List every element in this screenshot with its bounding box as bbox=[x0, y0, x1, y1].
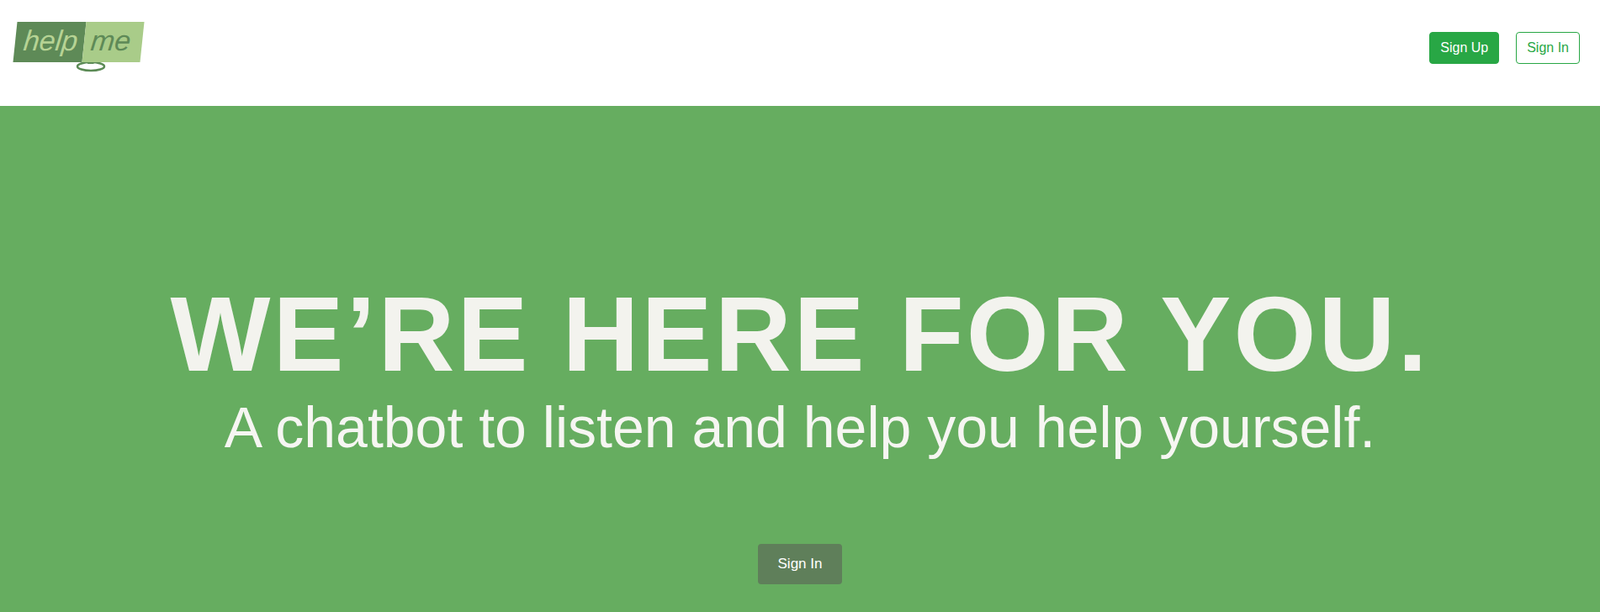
sign-in-button[interactable]: Sign In bbox=[757, 544, 843, 585]
header: helpme Sign Up Sign In bbox=[0, 0, 1600, 106]
page: helpmeSign UpSign InWE’RE HERE FOR YOU.A… bbox=[0, 0, 1600, 612]
nav: Sign Up Sign In bbox=[1429, 31, 1580, 64]
logo[interactable]: helpme bbox=[15, 21, 144, 73]
hero-subtitle: A chatbot to listen and help you help yo… bbox=[224, 393, 1376, 461]
nav-button[interactable]: Sign Up bbox=[1429, 31, 1500, 64]
hero: WE’RE HERE FOR YOU.A chatbot to listen a… bbox=[0, 105, 1600, 612]
hero-title: WE’RE HERE FOR YOU. bbox=[170, 275, 1431, 394]
nav-button[interactable]: Sign In bbox=[1515, 31, 1580, 64]
logo-left: help bbox=[12, 21, 86, 63]
logo-right: me bbox=[82, 21, 145, 63]
